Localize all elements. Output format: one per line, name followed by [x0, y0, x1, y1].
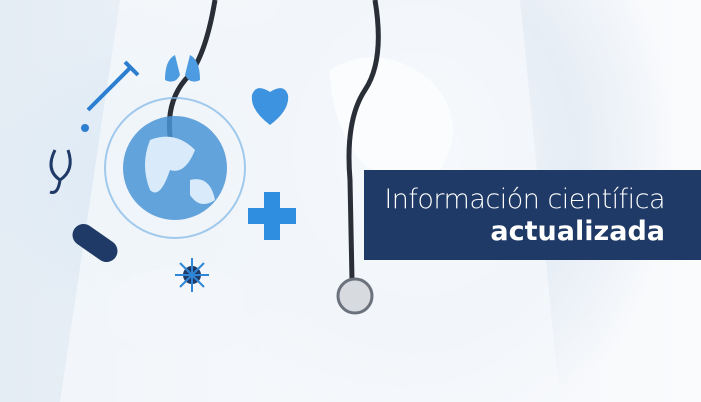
- headline-line-1: Información científica: [384, 184, 665, 215]
- stethoscope-icon: [49, 149, 72, 194]
- stethoscope-chestpiece: [336, 277, 374, 315]
- drop-icon: [81, 124, 89, 132]
- headline-banner: Información científica actualizada: [364, 170, 701, 260]
- headline-line-2: actualizada: [490, 216, 665, 247]
